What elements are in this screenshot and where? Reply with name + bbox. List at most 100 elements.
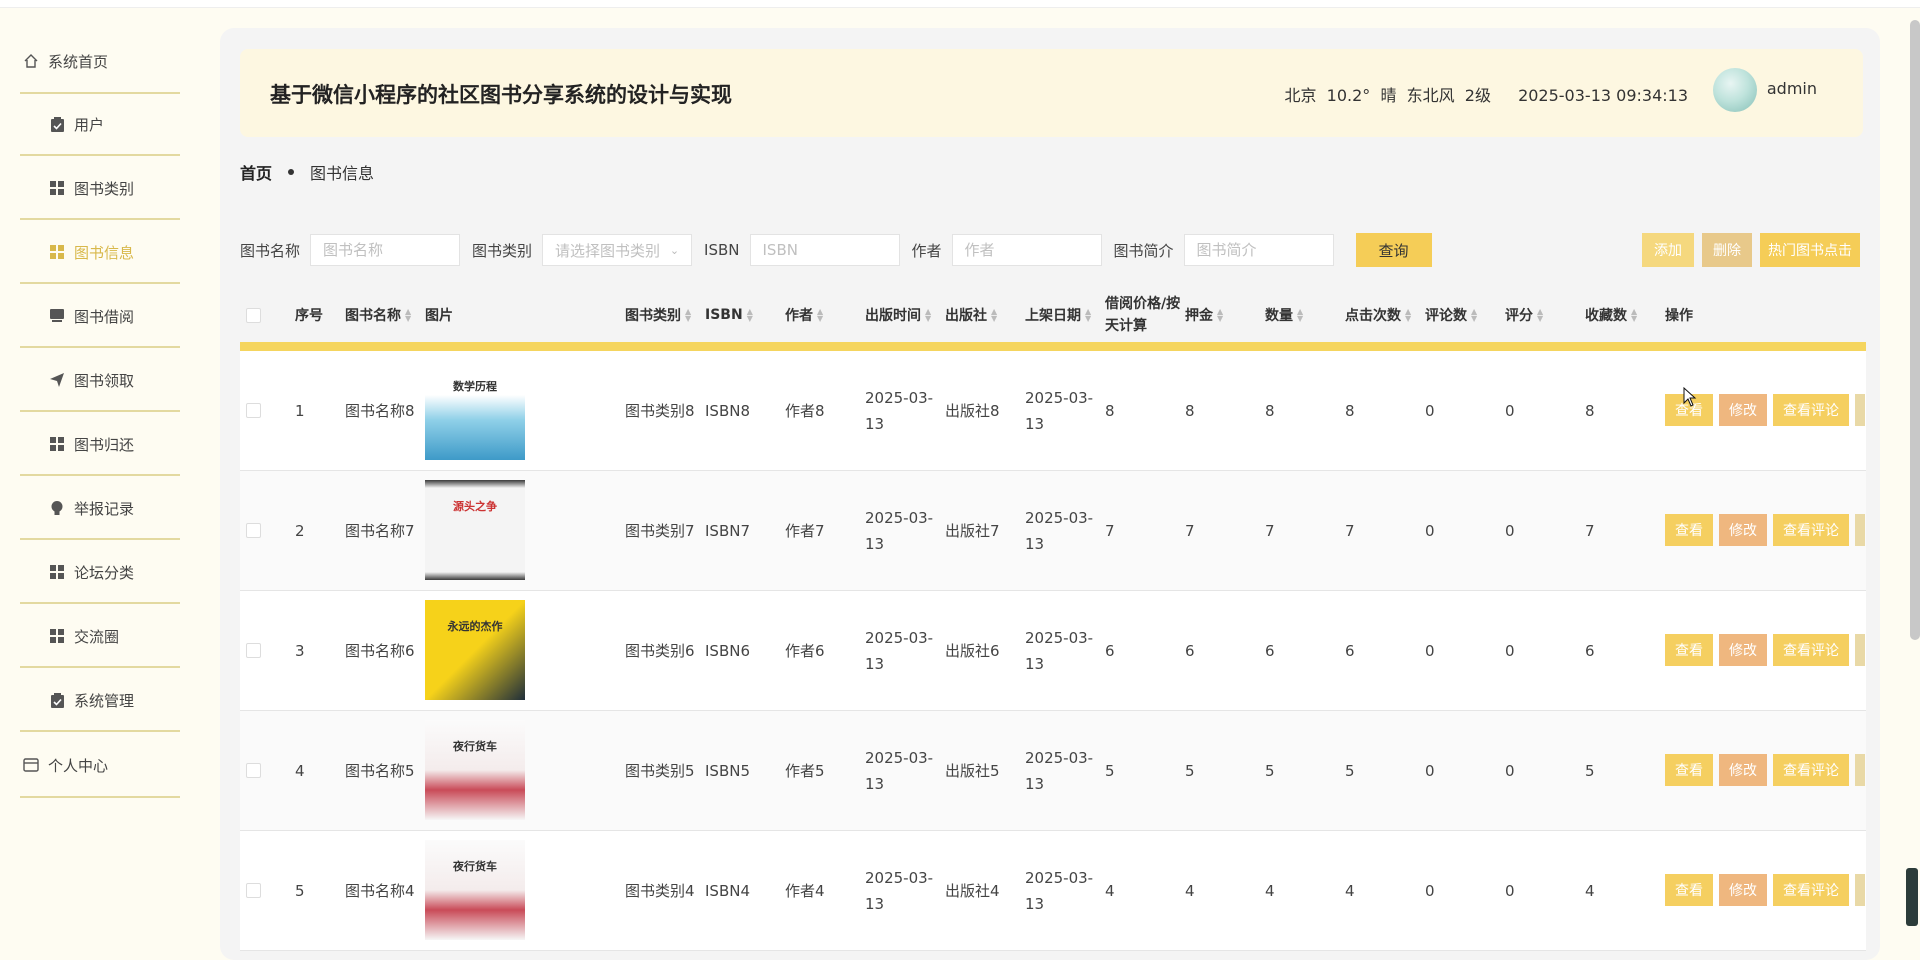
page-scrollbar[interactable] xyxy=(1910,20,1920,640)
th-quantity[interactable]: 数量 ▲ ▼ xyxy=(1265,288,1305,342)
sidebar-item-profile[interactable]: 个人中心 xyxy=(20,734,180,798)
book-cover-image[interactable]: 夜行货车 xyxy=(425,720,525,820)
edit-button[interactable]: 修改 xyxy=(1719,394,1767,426)
view-comments-button[interactable]: 查看评论 xyxy=(1773,634,1849,666)
cell-clicks: 8 xyxy=(1345,401,1355,420)
cell-price: 7 xyxy=(1105,521,1115,540)
delete-button[interactable]: 删除 xyxy=(1702,233,1752,267)
sidebar-item-home[interactable]: 系统首页 xyxy=(20,30,180,94)
more-button[interactable] xyxy=(1855,634,1865,666)
cell-name: 图书名称6 xyxy=(345,642,415,660)
row-checkbox[interactable] xyxy=(246,883,261,898)
avatar[interactable] xyxy=(1713,68,1757,112)
sidebar-item-forum-category[interactable]: 论坛分类 xyxy=(20,542,180,604)
cell-deposit: 4 xyxy=(1185,881,1195,900)
sidebar-item-label: 图书领取 xyxy=(74,371,135,390)
intro-label: 图书简介 xyxy=(1113,241,1174,260)
th-shelfdate[interactable]: 上架日期 ▲ ▼ xyxy=(1025,288,1093,342)
row-checkbox[interactable] xyxy=(246,643,261,658)
cover-title: 永远的杰作 xyxy=(447,620,503,633)
sidebar-item-report[interactable]: 举报记录 xyxy=(20,478,180,540)
cover-title: 源头之争 xyxy=(453,500,497,513)
more-button[interactable] xyxy=(1855,394,1865,426)
edit-button[interactable]: 修改 xyxy=(1719,634,1767,666)
cell-price: 5 xyxy=(1105,761,1115,780)
sidebar-item-book-info[interactable]: 图书信息 xyxy=(20,222,180,284)
add-button[interactable]: 添加 xyxy=(1642,233,1694,267)
th-score[interactable]: 评分 ▲ ▼ xyxy=(1505,288,1545,342)
view-button[interactable]: 查看 xyxy=(1665,874,1713,906)
th-favorites[interactable]: 收藏数 ▲ ▼ xyxy=(1585,288,1639,342)
th-type[interactable]: 图书类别 ▲ ▼ xyxy=(625,288,693,342)
sort-icon: ▲ ▼ xyxy=(1471,307,1478,323)
query-button[interactable]: 查询 xyxy=(1355,233,1432,267)
edit-button[interactable]: 修改 xyxy=(1719,754,1767,786)
sidebar-item-book-borrow[interactable]: 图书借阅 xyxy=(20,286,180,348)
sidebar-item-book-pickup[interactable]: 图书领取 xyxy=(20,350,180,412)
select-all-checkbox[interactable] xyxy=(246,308,261,323)
th-isbn[interactable]: ISBN ▲ ▼ xyxy=(705,288,755,342)
view-comments-button[interactable]: 查看评论 xyxy=(1773,874,1849,906)
cell-price: 4 xyxy=(1105,881,1115,900)
th-price[interactable]: 借阅价格/按天计算 xyxy=(1105,288,1185,342)
view-button[interactable]: 查看 xyxy=(1665,514,1713,546)
floating-widget[interactable] xyxy=(1906,868,1918,926)
cell-score: 0 xyxy=(1505,761,1515,780)
sidebar-item-system[interactable]: 系统管理 xyxy=(20,670,180,732)
table-header: 序号 图书名称 ▲ ▼ 图片 图书类别 ▲ ▼ ISBN ▲ ▼ 作者 ▲ ▼ 出版时间 ▲ ▼ 出… xyxy=(240,288,1866,351)
sidebar-item-user[interactable]: 用户 xyxy=(20,94,180,156)
sidebar-item-label: 用户 xyxy=(74,115,105,134)
row-checkbox[interactable] xyxy=(246,523,261,538)
th-clicks[interactable]: 点击次数 ▲ ▼ xyxy=(1345,288,1413,342)
th-name[interactable]: 图书名称 ▲ ▼ xyxy=(345,288,413,342)
mouse-cursor-icon xyxy=(1683,387,1697,407)
isbn-input[interactable] xyxy=(749,234,900,266)
author-input[interactable] xyxy=(951,234,1102,266)
view-comments-button[interactable]: 查看评论 xyxy=(1773,754,1849,786)
cell-shelfdate: 2025-03-13 xyxy=(1025,388,1094,433)
view-button[interactable]: 查看 xyxy=(1665,754,1713,786)
view-button[interactable]: 查看 xyxy=(1665,634,1713,666)
book-cover-image[interactable]: 永远的杰作 xyxy=(425,600,525,700)
intro-input[interactable] xyxy=(1183,234,1334,266)
more-button[interactable] xyxy=(1855,874,1865,906)
book-name-input[interactable] xyxy=(310,234,461,266)
sidebar-item-label: 图书借阅 xyxy=(74,307,135,326)
more-button[interactable] xyxy=(1855,754,1865,786)
sort-icon: ▲ ▼ xyxy=(1537,307,1544,323)
sort-icon: ▲ ▼ xyxy=(1217,307,1224,323)
breadcrumb-home[interactable]: 首页 xyxy=(240,160,272,184)
row-checkbox[interactable] xyxy=(246,403,261,418)
sidebar-item-book-category[interactable]: 图书类别 xyxy=(20,158,180,220)
edit-button[interactable]: 修改 xyxy=(1719,514,1767,546)
th-author[interactable]: 作者 ▲ ▼ xyxy=(785,288,825,342)
book-cover-image[interactable]: 源头之争 xyxy=(425,480,525,580)
cell-isbn: ISBN6 xyxy=(705,641,750,660)
book-type-select[interactable]: 请选择图书类别 ⌄ xyxy=(542,234,693,266)
row-checkbox[interactable] xyxy=(246,763,261,778)
cell-shelfdate: 2025-03-13 xyxy=(1025,508,1094,553)
cell-comments: 0 xyxy=(1425,521,1435,540)
th-deposit[interactable]: 押金 ▲ ▼ xyxy=(1185,288,1225,342)
sidebar-item-book-return[interactable]: 图书归还 xyxy=(20,414,180,476)
grid-icon xyxy=(46,181,68,195)
book-type-placeholder: 请选择图书类别 xyxy=(555,241,661,260)
table-row: 5 图书名称4 图书类别4 ISBN4 作者4 2025-03-13 出版社4 2025-03… xyxy=(240,831,1866,951)
book-cover-image[interactable]: 夜行货车 xyxy=(425,840,525,940)
sidebar-item-community[interactable]: 交流圈 xyxy=(20,606,180,668)
th-pubdate[interactable]: 出版时间 ▲ ▼ xyxy=(865,288,933,342)
book-cover-image[interactable]: 数学历程 xyxy=(425,360,525,460)
th-label: 出版时间 xyxy=(865,308,921,324)
username[interactable]: admin xyxy=(1767,79,1817,98)
th-publisher[interactable]: 出版社 ▲ ▼ xyxy=(945,288,999,342)
sidebar-item-label: 系统首页 xyxy=(48,52,109,71)
more-button[interactable] xyxy=(1855,514,1865,546)
view-comments-button[interactable]: 查看评论 xyxy=(1773,394,1849,426)
th-comments[interactable]: 评论数 ▲ ▼ xyxy=(1425,288,1479,342)
hot-books-button[interactable]: 热门图书点击 xyxy=(1760,233,1860,267)
th-label: 图书名称 xyxy=(345,308,401,324)
send-icon xyxy=(46,373,68,387)
view-comments-button[interactable]: 查看评论 xyxy=(1773,514,1849,546)
cell-isbn: ISBN8 xyxy=(705,401,750,420)
edit-button[interactable]: 修改 xyxy=(1719,874,1767,906)
